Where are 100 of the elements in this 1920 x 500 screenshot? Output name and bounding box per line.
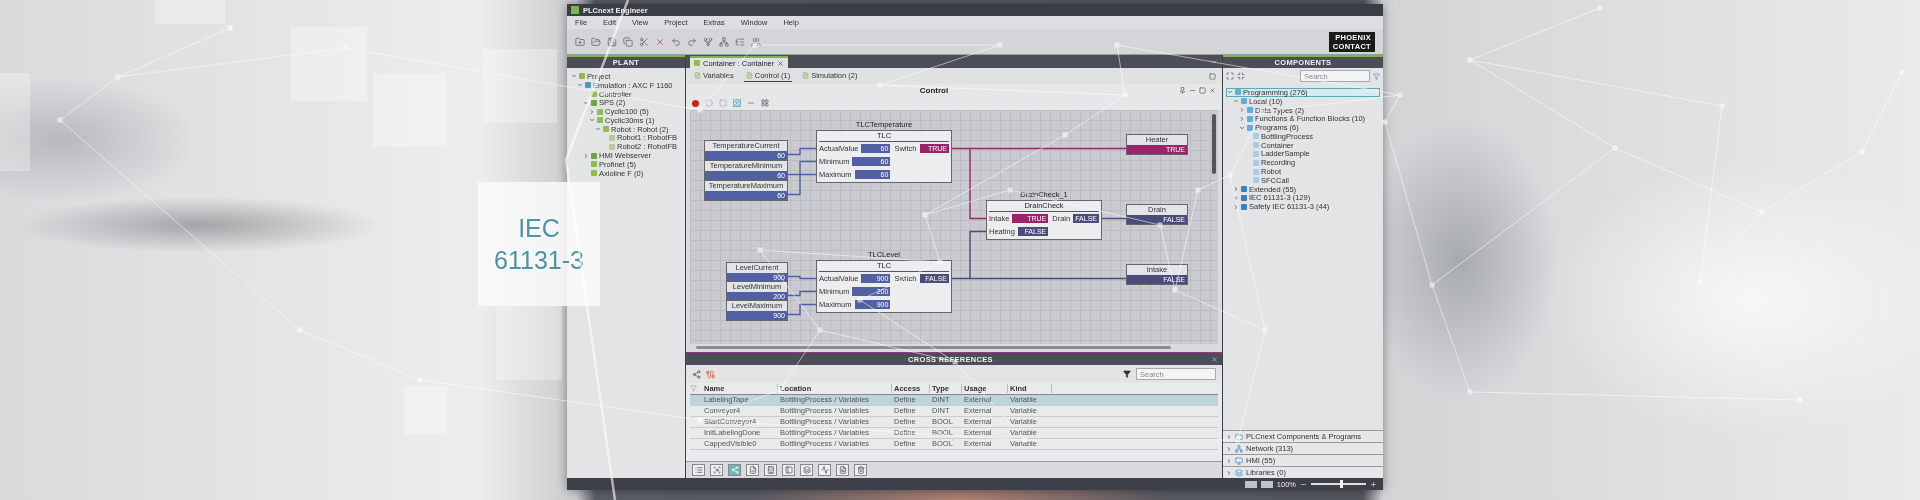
chevron-icon[interactable] [1239,115,1245,122]
card-text: IEC [518,213,560,244]
panel-button[interactable] [782,464,795,476]
list-icon [694,466,703,474]
panel-icon [784,466,793,474]
tree-node-icon [609,143,615,150]
connection-line [787,147,817,156]
connection-line [1101,217,1127,220]
document-button[interactable] [836,464,849,476]
tree-node-icon [591,161,597,168]
scrollbar[interactable] [1212,114,1216,174]
chevron-icon[interactable] [1239,107,1245,113]
document-icon [802,72,810,79]
connection-line [787,303,817,316]
expand-icon[interactable] [1226,72,1234,80]
users-icon[interactable] [751,36,761,47]
document-icon [745,72,753,79]
list-button[interactable] [692,464,705,476]
line-icon[interactable] [747,99,755,107]
redo-icon[interactable] [687,36,697,47]
save-icon[interactable] [607,36,617,47]
tree-node-icon [1241,98,1247,105]
tree-node-icon [579,73,585,80]
trash-button[interactable] [854,464,867,476]
tree-node-icon [1253,177,1259,184]
new-folder-icon[interactable] [575,36,585,47]
trash-icon [856,466,865,474]
grid-icon[interactable] [733,99,741,107]
tree-node-icon [1235,89,1241,96]
tree-node-icon [1253,159,1259,166]
search-icon [712,466,721,474]
branch-icon[interactable] [703,36,713,47]
tree-node-icon [1247,124,1253,131]
chevron-icon[interactable] [589,108,595,115]
editor-title: Control [918,85,950,95]
status-button[interactable] [1260,480,1273,488]
connection-line [787,290,817,297]
tab-icon [694,60,700,66]
zoom-in-icon[interactable] [1370,480,1377,488]
share-icon[interactable] [692,369,701,379]
share-button[interactable] [728,464,741,476]
slider-thumb[interactable] [1339,480,1343,488]
chevron-icon[interactable] [571,73,577,80]
hmi-icon [1235,456,1243,465]
circle-icon[interactable] [705,99,713,107]
chart-button[interactable] [818,464,831,476]
document-icon [838,466,847,474]
tree-node-icon [1241,203,1247,210]
chevron-icon[interactable] [1233,98,1239,105]
connection-line [787,275,817,280]
status-button[interactable] [1244,480,1257,488]
tree-icon[interactable] [735,36,745,47]
collapse-icon[interactable] [1237,72,1245,80]
pin-icon[interactable] [1179,86,1186,94]
layers-icon [802,466,811,474]
chevron-icon[interactable] [1227,89,1233,96]
chevron-icon[interactable] [1239,124,1245,131]
close-icon[interactable] [1209,86,1216,94]
tree-node-icon [1247,107,1253,113]
undo-icon[interactable] [671,36,681,47]
card-text: 61131-3 [494,245,584,276]
chevron-icon[interactable] [595,126,601,133]
record-icon[interactable] [692,99,699,107]
delete-icon[interactable] [655,36,665,47]
close-icon[interactable] [777,59,785,67]
copy-icon[interactable] [623,36,633,47]
cut-icon[interactable] [639,36,649,47]
search-button[interactable] [710,464,723,476]
open-folder-icon[interactable] [591,36,601,47]
tree-node-icon [591,99,597,106]
network-icon[interactable] [719,36,729,47]
code-file-button[interactable] [746,464,759,476]
share-icon [730,466,739,474]
chart-icon [820,466,829,474]
tree-node-icon [591,91,597,97]
tree-node-icon [1247,115,1253,122]
chevron-icon[interactable] [1233,194,1239,201]
cable-icon[interactable] [706,369,715,379]
app-icon [571,6,579,14]
document-icon [694,72,701,79]
chevron-icon[interactable] [1233,203,1239,210]
tree-node-icon [1253,168,1259,175]
network-icon [1235,444,1243,453]
chevron-icon[interactable] [577,82,583,89]
code-file-icon [748,466,757,474]
chevron-icon[interactable] [589,117,595,124]
building-icon [766,466,775,474]
filter-icon[interactable] [1123,370,1131,378]
tree-node-icon [591,170,597,177]
building-button[interactable] [764,464,777,476]
chevron-icon[interactable] [583,152,589,159]
tree-node-icon [597,117,603,124]
layers-button[interactable] [800,464,813,476]
chevron-icon[interactable] [583,99,589,106]
tree-node-icon [597,108,603,115]
library-icon [1235,468,1243,477]
grid-icon[interactable] [761,99,769,107]
chevron-icon[interactable] [1233,186,1239,193]
tree-node-icon [1253,133,1259,140]
folder-icon [1235,432,1243,441]
